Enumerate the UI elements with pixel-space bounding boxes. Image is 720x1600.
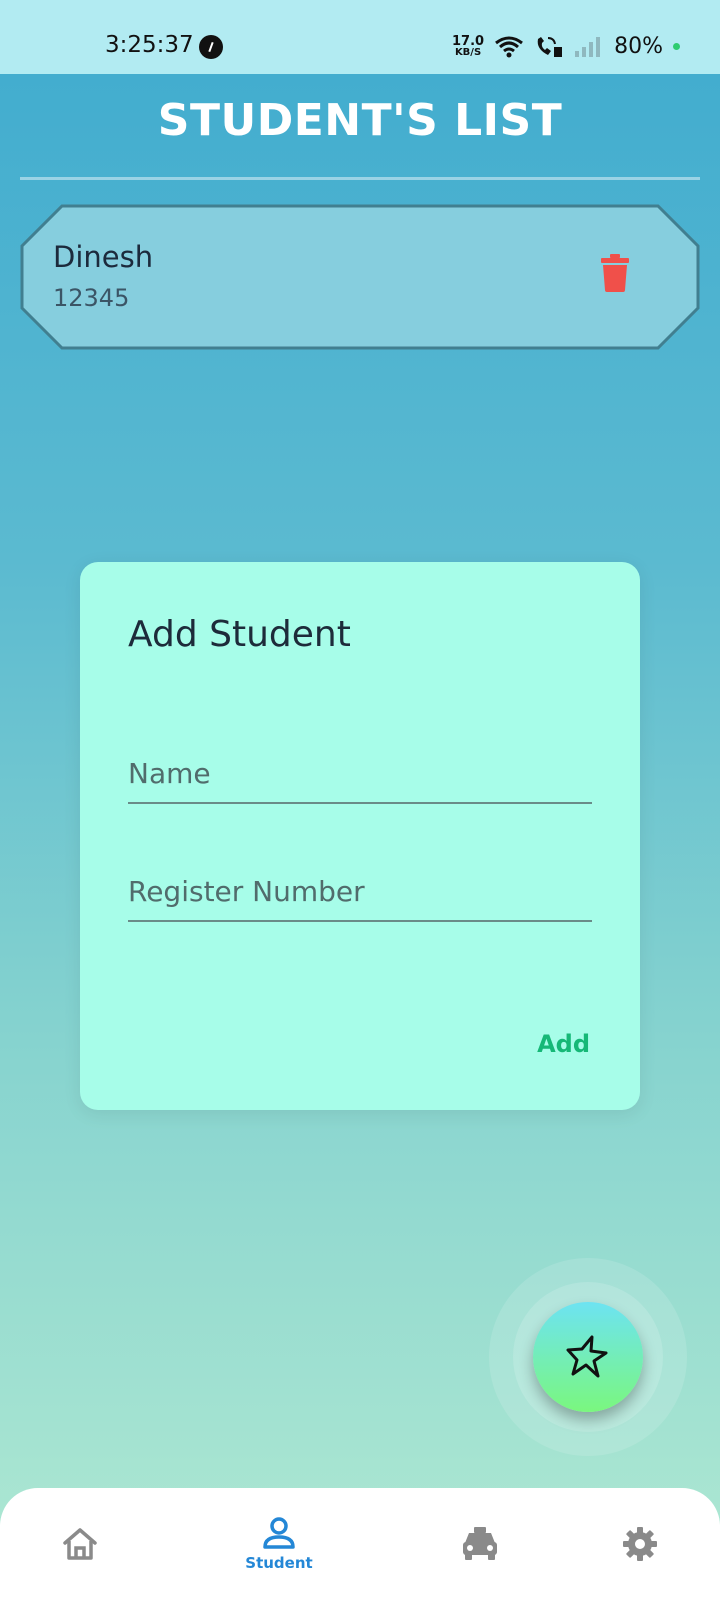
status-time: 3:25:37: [105, 32, 194, 58]
register-number-input[interactable]: [128, 852, 592, 920]
battery-percent: 80%: [614, 34, 663, 59]
register-number-field[interactable]: [128, 852, 592, 922]
home-icon: [63, 1528, 97, 1560]
star-fab-button[interactable]: [533, 1302, 643, 1412]
name-input[interactable]: [128, 734, 592, 802]
add-button[interactable]: Add: [537, 1030, 590, 1058]
nav-student-label: Student: [245, 1554, 313, 1572]
wifi-icon: [495, 36, 524, 57]
nav-settings[interactable]: [580, 1488, 700, 1600]
bottom-nav: Student: [0, 1488, 720, 1600]
battery-dot-icon: [673, 43, 680, 50]
student-name: Dinesh: [53, 240, 154, 274]
name-field[interactable]: [128, 734, 592, 804]
person-icon: [263, 1517, 295, 1549]
page-title: STUDENT'S LIST: [157, 95, 563, 146]
nav-home[interactable]: [20, 1488, 140, 1600]
dialog-title: Add Student: [128, 614, 351, 655]
star-icon: [566, 1335, 608, 1378]
nav-car[interactable]: [420, 1488, 540, 1600]
notification-icon: [199, 35, 223, 59]
status-bar: 3:25:37 17.0 KB/S 80%: [0, 0, 720, 74]
add-student-dialog: Add Student Add: [80, 562, 640, 1110]
status-indicators: 17.0 KB/S 80%: [452, 34, 680, 59]
network-speed-unit: KB/S: [454, 47, 482, 58]
nav-student[interactable]: Student: [219, 1488, 339, 1600]
car-icon: [463, 1527, 497, 1560]
trash-icon: [601, 254, 629, 292]
network-speed: 17.0 KB/S: [452, 35, 484, 58]
call-icon: [537, 36, 563, 57]
gear-icon: [623, 1527, 657, 1561]
signal-icon: [575, 36, 601, 57]
delete-button[interactable]: [600, 254, 640, 298]
student-card[interactable]: Dinesh 12345: [20, 204, 700, 350]
student-card-shape: [20, 204, 700, 350]
header-divider: [20, 177, 700, 180]
student-register-number: 12345: [53, 284, 130, 312]
